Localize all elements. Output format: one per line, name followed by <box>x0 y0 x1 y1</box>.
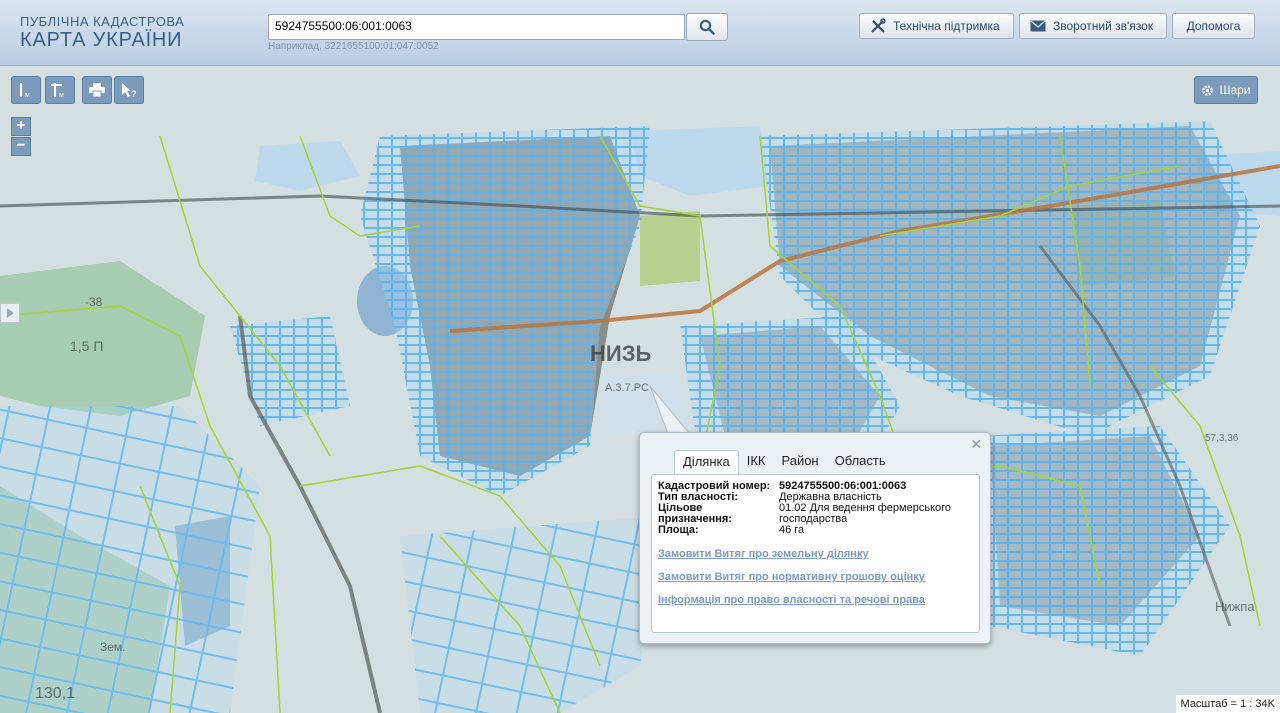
map-label: Зем. <box>100 640 126 654</box>
feedback-button[interactable]: Зворотний зв'язок <box>1019 13 1167 39</box>
feedback-label: Зворотний зв'язок <box>1053 19 1154 33</box>
zoom-out-button[interactable]: − <box>11 137 31 156</box>
purpose-label: Цільове призначення: <box>658 502 732 525</box>
zoom-in-button[interactable]: + <box>11 117 31 136</box>
tech-support-label: Технічна підтримка <box>893 19 1000 33</box>
area-label: Площа: <box>658 524 699 536</box>
info-row: Цільове призначення: 01.02 Для ведення ф… <box>658 503 973 525</box>
map-label: 1,5 П <box>70 338 103 354</box>
tech-support-button[interactable]: Технічна підтримка <box>859 13 1014 39</box>
tab-ikk[interactable]: ІКК <box>739 450 774 471</box>
parcel-info-panel: Кадастровий номер: 5924755500:06:001:006… <box>651 474 980 633</box>
gear-icon <box>1202 84 1214 96</box>
info-row: Площа: 46 га <box>658 525 973 536</box>
close-icon[interactable]: ✕ <box>970 436 982 453</box>
tab-region[interactable]: Область <box>827 450 894 471</box>
svg-text:м: м <box>59 92 64 99</box>
popup-tabs: Ділянка ІКК Район Область <box>674 450 894 474</box>
logo-line-1: ПУБЛІЧНА КАДАСТРОВА <box>20 14 185 29</box>
area-value: 46 га <box>779 524 805 536</box>
envelope-icon <box>1030 20 1046 32</box>
ruler-distance-icon: м <box>20 83 30 99</box>
tab-district[interactable]: Район <box>773 450 826 471</box>
header-bar: ПУБЛІЧНА КАДАСТРОВА КАРТА УКРАЇНИ 592475… <box>0 0 1280 66</box>
ownership-rights-info-link[interactable]: Інформація про право власності та речові… <box>658 594 973 606</box>
svg-text:?: ? <box>131 89 137 98</box>
order-valuation-extract-link[interactable]: Замовити Витяг про нормативну грошову оц… <box>658 571 973 583</box>
print-button[interactable] <box>82 76 112 104</box>
help-label: Допомога <box>1186 19 1241 33</box>
printer-icon <box>89 83 105 97</box>
search-example-hint: Наприклад, 3221655100:01:047:0052 <box>268 41 439 52</box>
layers-label: Шари <box>1219 83 1251 97</box>
ruler-area-icon: м <box>51 83 64 99</box>
map-scale: Масштаб = 1 : 34K <box>1175 695 1280 713</box>
order-parcel-extract-link[interactable]: Замовити Витяг про земельну ділянку <box>658 548 973 560</box>
measure-distance-button[interactable]: м <box>11 76 41 104</box>
search-button[interactable] <box>686 13 728 41</box>
parcel-info-popup: ✕ Ділянка ІКК Район Область Кадастровий … <box>639 432 991 644</box>
map-label: НИЗЬ <box>590 341 651 366</box>
identify-button[interactable]: ? <box>114 76 144 104</box>
tools-icon <box>871 18 886 33</box>
svg-text:м: м <box>25 92 30 99</box>
cursor-question-icon: ? <box>122 83 137 98</box>
search-icon <box>699 19 715 35</box>
help-button[interactable]: Допомога <box>1172 13 1255 39</box>
map-label: А.3.7.РС <box>605 382 649 394</box>
triangle-right-icon <box>7 308 14 318</box>
layers-button[interactable]: Шари <box>1194 76 1258 104</box>
sidebar-toggle[interactable] <box>0 303 20 323</box>
map-label: 130,1 <box>35 685 75 702</box>
purpose-value: 01.02 Для ведення фермерського господарс… <box>779 502 952 525</box>
tab-parcel[interactable]: Ділянка <box>674 450 739 474</box>
map-label: Нижпа <box>1215 599 1255 614</box>
measure-area-button[interactable]: м <box>45 76 75 104</box>
site-logo[interactable]: ПУБЛІЧНА КАДАСТРОВА КАРТА УКРАЇНИ <box>20 14 184 52</box>
map-label: -38 <box>85 295 103 309</box>
map-label: 57,3,36 <box>1205 433 1239 444</box>
cadastral-search-input[interactable]: 5924755500:06:001:0063 <box>268 14 685 40</box>
logo-line-2: КАРТА УКРАЇНИ <box>20 29 183 51</box>
